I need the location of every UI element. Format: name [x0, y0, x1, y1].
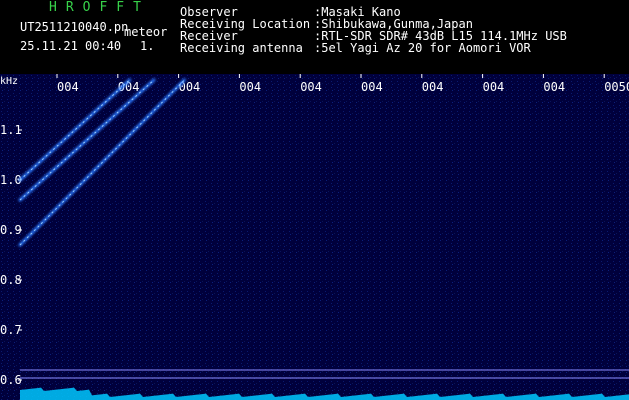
file-tag: meteor	[124, 25, 168, 39]
x-tick-label: 004	[361, 80, 383, 94]
spectrogram-background	[0, 74, 629, 400]
x-tick-label: 004	[57, 80, 79, 94]
x-tick-label: 004	[483, 80, 505, 94]
x-tick-label: 004	[300, 80, 322, 94]
app-title: HROFFT	[49, 0, 150, 15]
antenna-label: Receiving antenna	[180, 41, 303, 55]
x-tick-label: 0050	[604, 80, 629, 94]
image-count: 1.	[140, 39, 155, 53]
spectrogram-plot: kHz 0040040040040040040040040040050 1.11…	[0, 74, 629, 400]
antenna-value: :5el Yagi Az 20 for Aomori VOR	[314, 41, 531, 55]
y-axis-label: kHz	[0, 76, 18, 87]
x-tick-label: 004	[543, 80, 565, 94]
x-tick-label: 004	[239, 80, 261, 94]
file-name: UT2511210040.pn	[20, 20, 129, 34]
x-tick-label: 004	[422, 80, 444, 94]
date-time: 25.11.21 00:40	[20, 39, 122, 53]
